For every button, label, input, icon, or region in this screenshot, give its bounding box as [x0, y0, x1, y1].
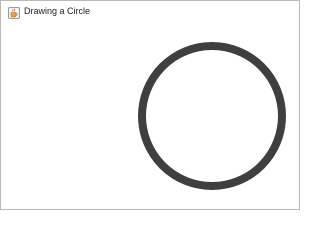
title-bar[interactable]: Drawing a Circle: [1, 1, 299, 23]
circle-shape: [138, 42, 286, 190]
window-title: Drawing a Circle: [24, 6, 91, 16]
app-window: Drawing a Circle: [0, 0, 300, 210]
java-cup-icon[interactable]: [8, 6, 20, 19]
drawing-canvas: [1, 23, 299, 209]
